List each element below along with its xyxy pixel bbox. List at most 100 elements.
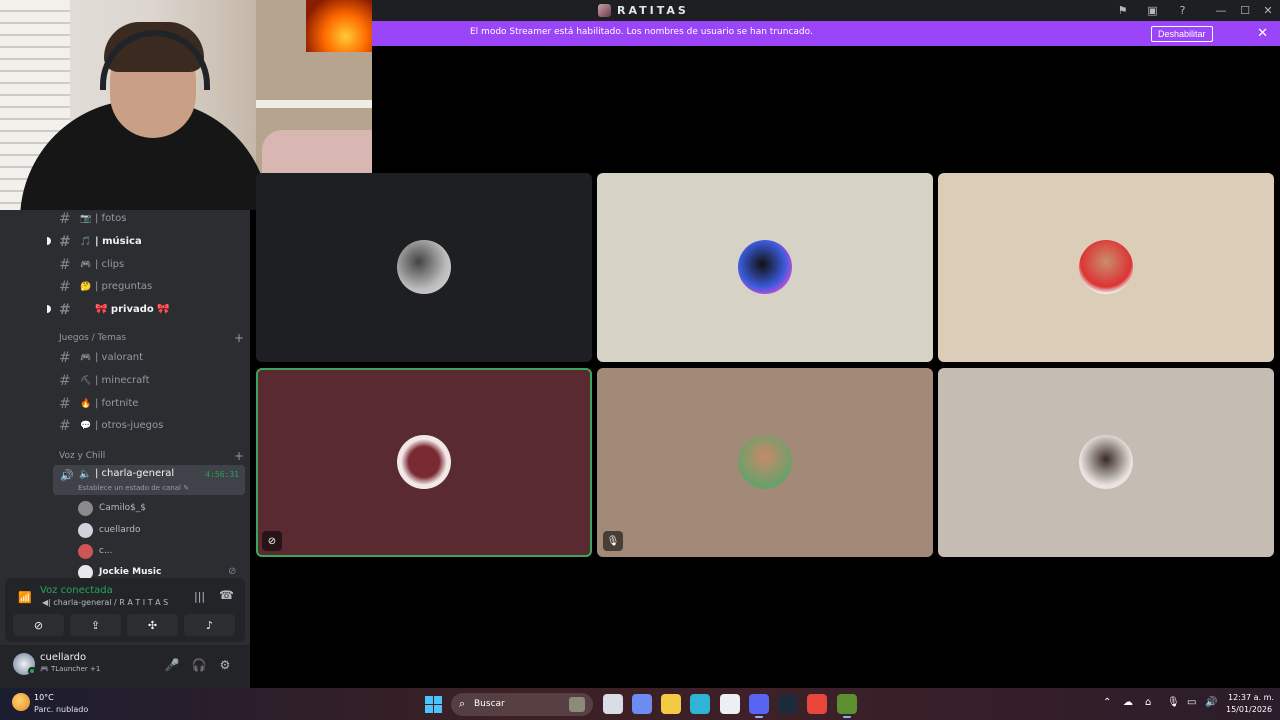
microphone-icon[interactable]: 🎤	[162, 655, 182, 675]
text-channel-icon: #	[59, 301, 71, 318]
channel-item[interactable]: # ⛏ | minecraft	[53, 370, 245, 391]
channel-label: | minecraft	[95, 375, 150, 386]
avatar	[738, 240, 792, 294]
edge-icon[interactable]	[690, 694, 710, 714]
text-channel-icon: #	[59, 233, 71, 250]
add-voice-channel-icon[interactable]: +	[234, 449, 244, 463]
banner-text: El modo Streamer está habilitado. Los no…	[470, 27, 813, 37]
voice-channel-path[interactable]: ◀| charla-general / R A T I T A S	[42, 598, 168, 607]
disable-streamer-mode-button[interactable]: Deshabilitar	[1151, 26, 1213, 42]
signal-icon[interactable]: 📶	[18, 591, 32, 604]
channel-item[interactable]: # 🎮 | clips	[53, 254, 245, 275]
username[interactable]: cuellardo	[40, 652, 86, 663]
file-explorer-icon[interactable]	[661, 694, 681, 714]
channel-item[interactable]: # 🔥 | fortnite	[53, 393, 245, 414]
avatar	[78, 522, 93, 538]
display-icon[interactable]: ▭	[1187, 697, 1196, 708]
voice-user-name: c...	[99, 546, 113, 556]
channel-emoji: ⛏	[80, 375, 92, 386]
maximize-icon[interactable]: ☐	[1234, 2, 1256, 18]
channel-label: | preguntas	[95, 281, 153, 292]
voice-channel-charla-general[interactable]: 🔊 🔈 | charla-general 4:56:31 Establece u…	[53, 465, 245, 495]
chevron-up-icon[interactable]: ⌃	[1103, 697, 1111, 708]
user-activity: 🎮 TLauncher +1	[40, 665, 101, 673]
channel-label: 🎀 privado 🎀	[95, 304, 170, 315]
chrome-icon[interactable]	[807, 694, 827, 714]
participant-tile[interactable]	[597, 173, 933, 362]
copilot-icon[interactable]	[632, 694, 652, 714]
start-button[interactable]	[425, 696, 442, 713]
channel-label: | fortnite	[95, 398, 139, 409]
channel-emoji: 🤔	[80, 281, 92, 292]
minecraft-icon[interactable]	[837, 694, 857, 718]
add-channel-icon[interactable]: +	[234, 331, 244, 345]
channel-status-input[interactable]: Establece un estado de canal ✎	[78, 484, 189, 492]
channel-item[interactable]: # 🎵 | música	[53, 231, 245, 252]
voice-channel-icon: 🔈	[79, 469, 92, 480]
channel-emoji: 🎮	[80, 259, 92, 270]
channel-item[interactable]: # 💬 | otros-juegos	[53, 415, 245, 436]
activities-icon[interactable]: ✣	[127, 614, 178, 636]
text-channel-icon: #	[59, 349, 71, 366]
taskbar-search[interactable]: ⌕ Buscar	[451, 693, 593, 716]
channel-emoji: 🎮	[80, 352, 92, 363]
minimize-icon[interactable]: —	[1210, 2, 1232, 18]
volume-icon[interactable]: 🔊	[1205, 697, 1217, 708]
voice-user-name: cuellardo	[99, 525, 141, 535]
clock-time[interactable]: 12:37 a. m.	[1228, 693, 1274, 702]
store-icon[interactable]	[720, 694, 740, 714]
camera-off-icon: ⊘	[262, 531, 282, 551]
help-icon[interactable]: ?	[1175, 3, 1190, 18]
weather-icon[interactable]	[12, 693, 30, 711]
participant-tile[interactable]	[938, 368, 1274, 557]
participant-tile[interactable]: ⊘	[256, 368, 592, 557]
text-channel-icon: #	[59, 278, 71, 295]
banner-close-icon[interactable]: ✕	[1257, 26, 1268, 41]
clock-date[interactable]: 15/01/2026	[1226, 705, 1272, 714]
mic-icon: 🎙	[603, 531, 623, 551]
network-icon[interactable]: ⌂	[1145, 697, 1151, 708]
avatar	[738, 435, 792, 489]
channel-label: | clips	[95, 259, 125, 270]
screen-icon[interactable]: ▣	[1145, 3, 1160, 18]
camera-off-icon[interactable]: ⊘	[13, 614, 64, 636]
channel-emoji: 📷	[80, 213, 92, 224]
category-games[interactable]: Juegos / Temas +	[59, 331, 244, 345]
screen-share-icon[interactable]: ⇪	[70, 614, 121, 636]
disconnect-icon[interactable]: ☎	[219, 588, 234, 602]
weather-temperature[interactable]: 10°C	[34, 693, 54, 702]
server-name: RATITAS	[617, 4, 689, 17]
participant-tile[interactable]	[256, 173, 592, 362]
participant-tile[interactable]	[938, 173, 1274, 362]
category-voice[interactable]: Voz y Chill +	[59, 449, 244, 463]
voice-user-name: Camilo$_$	[99, 503, 147, 513]
channel-item[interactable]: # 🎮 | valorant	[53, 347, 245, 368]
mic-icon[interactable]: 🎙	[1167, 697, 1180, 708]
inbox-icon[interactable]: ⚑	[1115, 3, 1130, 18]
voice-user-item[interactable]: Camilo$_$	[78, 499, 146, 517]
streamer-mode-banner: El modo Streamer está habilitado. Los no…	[372, 21, 1280, 46]
soundboard-icon[interactable]: ♪	[184, 614, 235, 636]
channel-item[interactable]: # 🤔 | preguntas	[53, 276, 245, 297]
avatar	[397, 240, 451, 294]
search-icon: ⌕	[459, 697, 466, 710]
search-label: Buscar	[474, 699, 505, 709]
settings-icon[interactable]: ⚙	[215, 655, 235, 675]
text-channel-icon: #	[59, 417, 71, 434]
noise-suppression-icon[interactable]: |||	[194, 590, 205, 603]
voice-user-item[interactable]: cuellardo	[78, 521, 140, 539]
task-view-icon[interactable]	[603, 694, 623, 714]
steam-icon[interactable]	[778, 694, 798, 714]
participant-tile[interactable]: 🎙	[597, 368, 933, 557]
close-icon[interactable]: ✕	[1257, 2, 1279, 18]
onedrive-icon[interactable]: ☁	[1123, 697, 1133, 708]
channel-emoji: 🔥	[80, 398, 92, 409]
channel-item[interactable]: # 🎀 privado 🎀	[53, 299, 245, 320]
weather-condition[interactable]: Parc. nublado	[34, 705, 88, 714]
channel-item[interactable]: # 📷 | fotos	[53, 208, 245, 229]
category-voice-label: Voz y Chill	[59, 451, 106, 461]
headphones-icon[interactable]: 🎧	[189, 655, 209, 675]
discord-icon[interactable]	[749, 694, 769, 718]
voice-status[interactable]: Voz conectada	[40, 585, 113, 596]
voice-user-item[interactable]: c...	[78, 542, 113, 560]
